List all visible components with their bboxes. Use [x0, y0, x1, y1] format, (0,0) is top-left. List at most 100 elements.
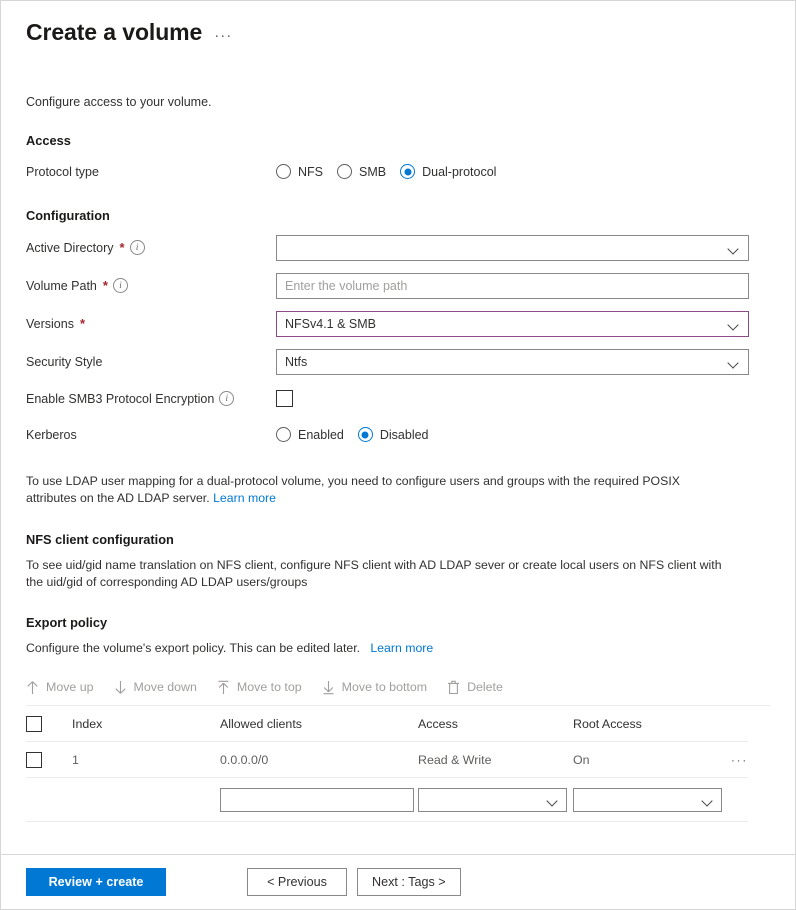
table-new-row: [26, 777, 748, 822]
new-row-root-access-cell: [573, 777, 723, 822]
column-header-index: Index: [72, 705, 220, 742]
nfs-client-config-title: NFS client configuration: [26, 531, 174, 547]
arrow-down-icon: [114, 680, 127, 695]
new-row-allowed-clients-cell: [220, 777, 418, 822]
column-header-access: Access: [418, 705, 573, 742]
new-row-access-cell: [418, 777, 573, 822]
security-style-row: Security Style Ntfs: [26, 348, 770, 375]
radio-option-nfs[interactable]: NFS: [276, 164, 323, 180]
versions-control: NFSv4.1 & SMB: [276, 310, 770, 337]
radio-label-nfs: NFS: [298, 164, 323, 179]
active-directory-control: [276, 234, 770, 261]
previous-button[interactable]: < Previous: [247, 868, 347, 896]
arrow-to-bottom-icon: [322, 680, 335, 695]
radio-label-dual-protocol: Dual-protocol: [422, 164, 497, 179]
new-row-menu-cell: [723, 777, 748, 822]
radio-indicator-smb[interactable]: [337, 164, 352, 180]
move-to-bottom-button[interactable]: Move to bottom: [322, 680, 427, 695]
security-style-label: Security Style: [26, 354, 103, 369]
export-policy-table: Index Allowed clients Access Root Access…: [26, 705, 748, 822]
column-header-menu: [723, 705, 748, 742]
active-directory-label-wrap: Active Directory * i: [26, 240, 276, 256]
wizard-nav-buttons: < Previous Next : Tags >: [247, 868, 461, 896]
select-all-checkbox[interactable]: [26, 715, 42, 732]
versions-select[interactable]: NFSv4.1 & SMB: [276, 310, 749, 337]
volume-path-row: Volume Path * i Enter the volume path: [26, 272, 770, 299]
page-title: Create a volume: [26, 19, 203, 45]
versions-label: Versions: [26, 316, 74, 331]
review-create-button[interactable]: Review + create: [26, 868, 166, 896]
kerberos-label: Kerberos: [26, 427, 77, 442]
radio-option-smb[interactable]: SMB: [337, 164, 386, 180]
radio-label-kerberos-disabled: Disabled: [379, 427, 429, 442]
arrow-to-top-icon: [217, 680, 230, 695]
protocol-type-label: Protocol type: [26, 164, 99, 179]
blade-content: Configure access to your volume. Access …: [1, 95, 795, 822]
row-checkbox[interactable]: [26, 751, 42, 768]
export-policy-toolbar: Move up Move down Move to top Move to bo…: [26, 680, 770, 706]
radio-indicator-nfs[interactable]: [276, 164, 291, 180]
kerberos-label-wrap: Kerberos: [26, 428, 276, 442]
new-row-select-cell: [26, 777, 72, 822]
radio-option-kerberos-enabled[interactable]: Enabled: [276, 427, 344, 443]
smb3-encryption-checkbox[interactable]: [276, 390, 293, 408]
smb3-encryption-label: Enable SMB3 Protocol Encryption: [26, 391, 215, 406]
kerberos-control: Enabled Disabled: [276, 427, 770, 443]
next-tags-button[interactable]: Next : Tags >: [357, 868, 461, 896]
select-all-header: [26, 705, 72, 742]
required-asterisk: *: [102, 278, 108, 294]
ldap-note-text: To use LDAP user mapping for a dual-prot…: [26, 473, 680, 506]
ldap-learn-more-link[interactable]: Learn more: [213, 491, 276, 505]
radio-option-kerberos-disabled[interactable]: Disabled: [357, 427, 429, 443]
info-icon[interactable]: i: [112, 278, 128, 294]
radio-indicator-kerberos-disabled[interactable]: [357, 427, 373, 443]
radio-indicator-dual-protocol[interactable]: [400, 164, 416, 180]
nfs-client-config-text: To see uid/gid name translation on NFS c…: [26, 557, 722, 589]
move-to-top-button[interactable]: Move to top: [217, 680, 302, 695]
required-asterisk: *: [79, 316, 86, 332]
move-up-button[interactable]: Move up: [26, 680, 94, 695]
protocol-type-radio-group: NFS SMB Dual-protocol: [276, 164, 770, 180]
move-to-bottom-label: Move to bottom: [341, 680, 428, 695]
smb3-encryption-control: [276, 390, 770, 408]
protocol-type-row: Protocol type NFS SMB Dual-protocol: [26, 160, 770, 184]
info-icon[interactable]: i: [129, 240, 145, 256]
security-style-select[interactable]: Ntfs: [276, 348, 749, 375]
radio-option-dual-protocol[interactable]: Dual-protocol: [400, 164, 497, 180]
security-style-label-wrap: Security Style: [26, 355, 276, 369]
move-up-label: Move up: [46, 680, 94, 695]
row-context-menu-icon[interactable]: ···: [723, 741, 748, 778]
new-root-access-select[interactable]: [573, 787, 722, 812]
cell-access: Read & Write: [418, 741, 573, 778]
move-down-button[interactable]: Move down: [114, 680, 197, 695]
volume-path-input[interactable]: Enter the volume path: [276, 272, 749, 299]
versions-label-wrap: Versions *: [26, 316, 276, 331]
active-directory-select[interactable]: [276, 234, 749, 261]
volume-path-label-wrap: Volume Path * i: [26, 278, 276, 294]
table-row: 1 0.0.0.0/0 Read & Write On ···: [26, 741, 748, 778]
delete-button[interactable]: Delete: [447, 680, 503, 695]
blade-header: Create a volume ···: [1, 1, 795, 47]
cell-index: 1: [72, 741, 220, 778]
move-down-label: Move down: [133, 680, 197, 695]
new-allowed-clients-input[interactable]: [220, 787, 414, 812]
arrow-up-icon: [26, 680, 39, 695]
new-access-select[interactable]: [418, 787, 567, 812]
intro-text: Configure access to your volume.: [26, 94, 212, 109]
more-options-icon[interactable]: ···: [214, 21, 232, 44]
cell-root-access: On: [573, 741, 723, 778]
configuration-section-title: Configuration: [26, 207, 110, 223]
required-asterisk: *: [119, 240, 125, 256]
active-directory-row: Active Directory * i: [26, 234, 770, 261]
versions-row: Versions * NFSv4.1 & SMB: [26, 310, 770, 337]
info-icon[interactable]: i: [219, 391, 235, 407]
volume-path-label: Volume Path: [26, 278, 97, 293]
radio-indicator-kerberos-enabled[interactable]: [276, 427, 291, 443]
column-header-root-access: Root Access: [573, 705, 723, 742]
trash-icon: [447, 680, 460, 695]
volume-path-control: Enter the volume path: [276, 272, 770, 299]
export-policy-learn-more-link[interactable]: Learn more: [370, 641, 433, 655]
smb3-encryption-label-wrap: Enable SMB3 Protocol Encryption i: [26, 391, 276, 407]
security-style-control: Ntfs: [276, 348, 770, 375]
ldap-note: To use LDAP user mapping for a dual-prot…: [26, 473, 726, 508]
